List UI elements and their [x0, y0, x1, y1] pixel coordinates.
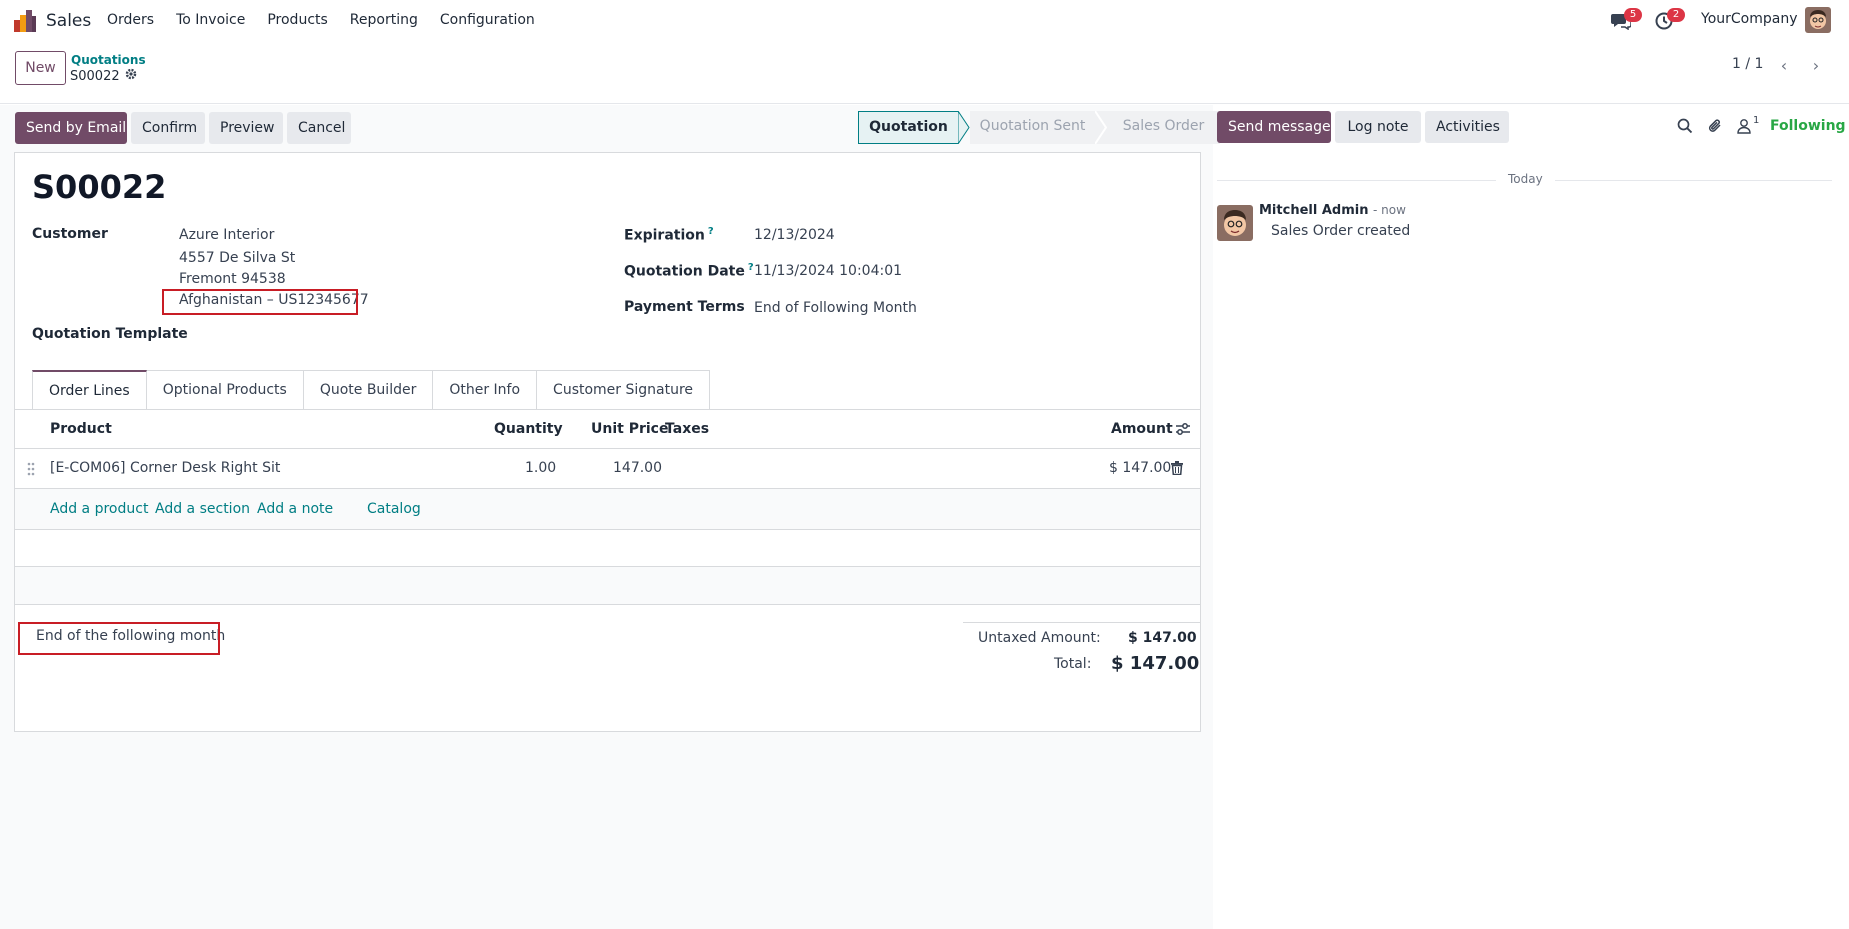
- highlight-box-customer-vat: [162, 289, 358, 315]
- table-row[interactable]: [E-COM06] Corner Desk Right Sit 1.00 147…: [15, 449, 1200, 489]
- customer-street: 4557 De Silva St: [179, 250, 296, 266]
- followers-count: 1: [1753, 115, 1760, 126]
- notebook-tabs: Order Lines Optional Products Quote Buil…: [32, 370, 711, 410]
- column-taxes[interactable]: Taxes: [665, 421, 709, 437]
- help-tooltip-icon[interactable]: ?: [708, 226, 714, 237]
- search-icon[interactable]: [1677, 118, 1693, 138]
- chatter-actions: Send message Log note Activities: [1217, 111, 1509, 143]
- top-navbar: Sales Orders To Invoice Products Reporti…: [0, 0, 1849, 41]
- help-tooltip-icon[interactable]: ?: [748, 262, 754, 273]
- preview-button[interactable]: Preview: [209, 112, 283, 144]
- drag-handle-icon[interactable]: [27, 461, 35, 481]
- payment-terms-label: Payment Terms: [624, 299, 745, 315]
- optional-columns-icon[interactable]: [1175, 421, 1191, 441]
- pager-value[interactable]: 1 / 1: [1732, 56, 1763, 72]
- author-avatar[interactable]: [1217, 205, 1253, 241]
- log-note-button[interactable]: Log note: [1335, 111, 1421, 143]
- expiration-label: Expiration?: [624, 226, 714, 244]
- customer-label: Customer: [32, 226, 108, 242]
- add-note-link[interactable]: Add a note: [257, 501, 333, 517]
- send-by-email-button[interactable]: Send by Email: [15, 112, 127, 144]
- total-label: Total:: [1054, 656, 1092, 672]
- customer-city: Fremont 94538: [179, 271, 286, 287]
- menu-orders[interactable]: Orders: [96, 0, 165, 41]
- untaxed-amount-label: Untaxed Amount:: [978, 630, 1101, 646]
- stage-sales-order[interactable]: Sales Order: [1107, 111, 1220, 144]
- stage-quotation[interactable]: Quotation: [858, 111, 958, 144]
- menu-reporting[interactable]: Reporting: [339, 0, 429, 41]
- total-value: $ 147.00: [1111, 653, 1200, 674]
- cancel-button[interactable]: Cancel: [287, 112, 351, 144]
- gear-icon[interactable]: [125, 68, 137, 84]
- stage-arrow-icon: [1095, 111, 1107, 144]
- catalog-button[interactable]: Catalog: [367, 501, 421, 517]
- payment-terms-value[interactable]: End of Following Month: [754, 300, 917, 316]
- breadcrumb-current: S00022: [70, 68, 137, 84]
- customer-name[interactable]: Azure Interior: [179, 227, 274, 243]
- message-author[interactable]: Mitchell Admin - now: [1259, 203, 1406, 218]
- column-amount[interactable]: Amount: [1111, 421, 1173, 437]
- untaxed-amount-value: $ 147.00: [1128, 630, 1197, 646]
- quotation-date-value[interactable]: 11/13/2024 10:04:01: [754, 263, 902, 279]
- main-menu: Orders To Invoice Products Reporting Con…: [96, 0, 546, 41]
- add-line-row: Add a product Add a section Add a note C…: [15, 489, 1200, 530]
- line-unit-price[interactable]: 147.00: [613, 460, 662, 476]
- stage-quotation-sent[interactable]: Quotation Sent: [970, 111, 1095, 144]
- menu-configuration[interactable]: Configuration: [429, 0, 546, 41]
- user-avatar[interactable]: [1805, 7, 1831, 33]
- highlight-box-terms-note: [18, 622, 220, 655]
- menu-products[interactable]: Products: [256, 0, 338, 41]
- add-section-link[interactable]: Add a section: [155, 501, 250, 517]
- tab-quote-builder[interactable]: Quote Builder: [303, 370, 434, 410]
- line-product[interactable]: [E-COM06] Corner Desk Right Sit: [50, 460, 280, 476]
- expiration-value[interactable]: 12/13/2024: [754, 227, 835, 243]
- message-body: Sales Order created: [1271, 223, 1411, 239]
- confirm-button[interactable]: Confirm: [131, 112, 205, 144]
- company-switcher[interactable]: YourCompany: [1701, 11, 1798, 27]
- record-title: S00022: [32, 168, 167, 206]
- column-product[interactable]: Product: [50, 421, 112, 437]
- tab-other-info[interactable]: Other Info: [433, 370, 538, 410]
- tab-order-lines[interactable]: Order Lines: [32, 370, 147, 410]
- tab-customer-signature[interactable]: Customer Signature: [537, 370, 711, 410]
- quotation-template-label: Quotation Template: [32, 326, 188, 342]
- sales-app-icon[interactable]: [13, 10, 37, 32]
- followers-icon[interactable]: [1736, 118, 1752, 138]
- date-separator: Today: [1496, 172, 1555, 186]
- empty-table-row: [15, 530, 1200, 567]
- control-panel: New Quotations S00022 1 / 1 ‹ ›: [0, 41, 1849, 104]
- column-quantity[interactable]: Quantity: [494, 421, 563, 437]
- app-name[interactable]: Sales: [46, 11, 91, 31]
- menu-to-invoice[interactable]: To Invoice: [165, 0, 256, 41]
- following-button[interactable]: Following: [1770, 118, 1846, 134]
- activities-badge: 2: [1667, 8, 1685, 22]
- send-message-button[interactable]: Send message: [1217, 111, 1331, 143]
- new-button[interactable]: New: [15, 51, 66, 85]
- message-time: - now: [1372, 203, 1406, 217]
- totals-divider: [963, 622, 1200, 623]
- pager-previous-icon[interactable]: ‹: [1770, 52, 1798, 78]
- record-name: S00022: [70, 68, 120, 84]
- tab-optional-products[interactable]: Optional Products: [146, 370, 304, 410]
- pager-next-icon[interactable]: ›: [1802, 52, 1830, 78]
- status-bar: Quotation Quotation Sent Sales Order: [858, 111, 1220, 144]
- messages-badge: 5: [1624, 8, 1642, 22]
- quotation-date-label: Quotation Date?: [624, 262, 754, 280]
- activities-button[interactable]: Activities: [1425, 111, 1509, 143]
- line-amount: $ 147.00: [1109, 460, 1172, 476]
- form-action-buttons: Send by Email Confirm Preview Cancel: [15, 112, 351, 144]
- empty-table-row: [15, 567, 1200, 605]
- stage-arrow-icon: [958, 111, 970, 144]
- trash-icon[interactable]: [1171, 461, 1183, 479]
- paperclip-icon[interactable]: [1708, 118, 1724, 138]
- column-unit-price[interactable]: Unit Price: [591, 421, 668, 437]
- add-product-link[interactable]: Add a product: [50, 501, 148, 517]
- line-quantity[interactable]: 1.00: [525, 460, 556, 476]
- breadcrumb-quotations[interactable]: Quotations: [71, 53, 146, 67]
- order-lines-header: Product Quantity Unit Price Taxes Amount: [15, 410, 1200, 449]
